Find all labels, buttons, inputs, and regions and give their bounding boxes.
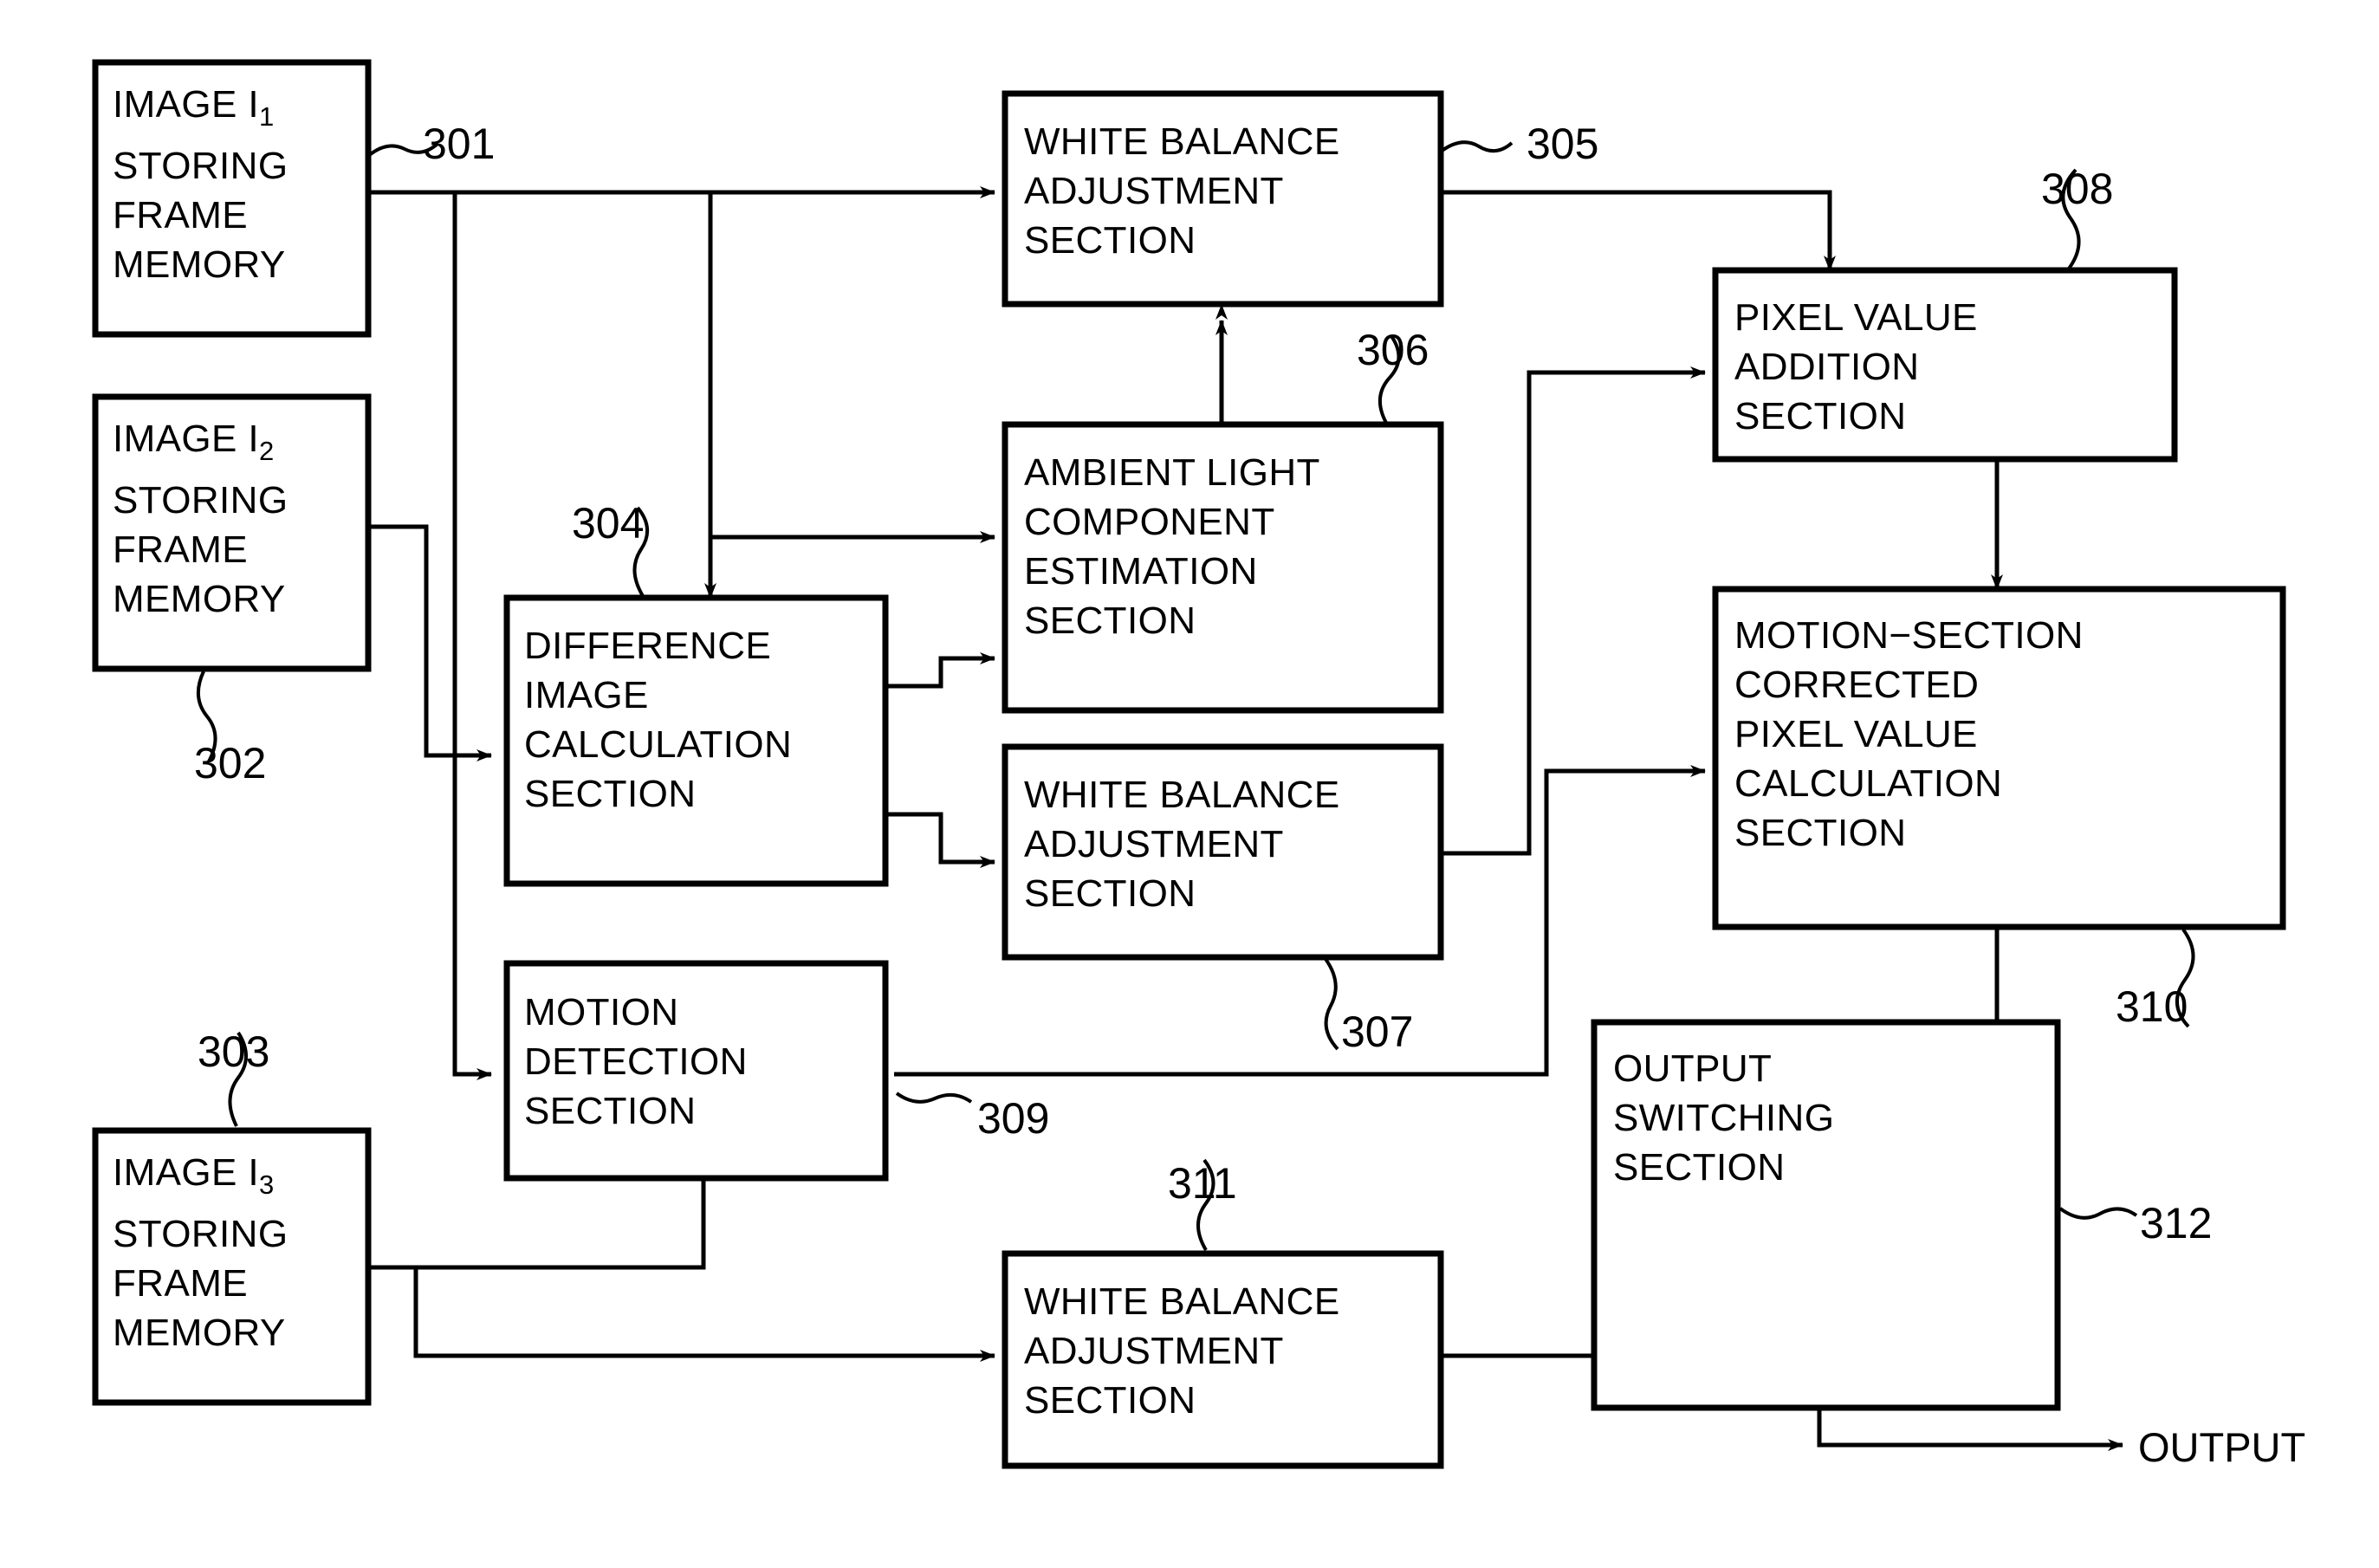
ref-numeral-304: 304 [572, 499, 645, 548]
ref-numeral-301: 301 [423, 120, 496, 168]
ref-numeral-311: 311 [1168, 1159, 1237, 1208]
output-label: OUTPUT [2138, 1424, 2306, 1470]
diagram-canvas: IMAGE I1 STORING FRAME MEMORY IMAGE I2 S… [0, 0, 2379, 1568]
ref-numeral-305: 305 [1527, 120, 1599, 168]
ref-numeral-310: 310 [2116, 982, 2188, 1031]
ref-numeral-306: 306 [1357, 326, 1429, 374]
ref-numeral-303: 303 [198, 1027, 270, 1076]
ref-numeral-312: 312 [2140, 1199, 2213, 1247]
ref-numeral-307: 307 [1341, 1008, 1414, 1056]
connection-lines-layer [92, 59, 2286, 1469]
ref-numeral-309: 309 [977, 1094, 1050, 1143]
ref-numeral-308: 308 [2041, 165, 2114, 213]
ref-numeral-302: 302 [194, 739, 267, 787]
